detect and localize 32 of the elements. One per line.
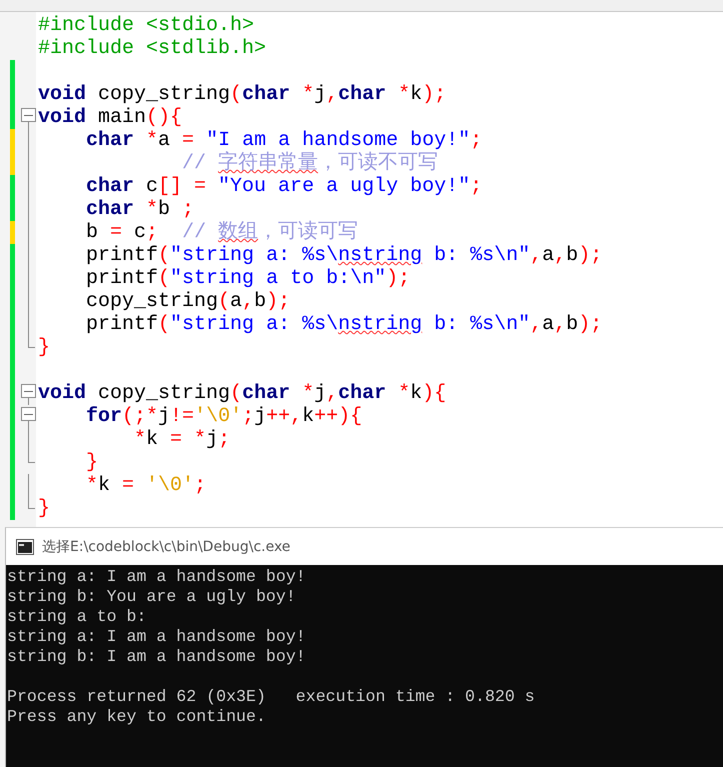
code-line: copy_string(a,b);: [85, 290, 290, 313]
console-status-line: Process returned 62 (0x3E) execution time : 0.820 s: [7, 687, 536, 707]
fold-toggle-icon[interactable]: [21, 108, 36, 122]
code-line: void copy_string(char *j,char *k);: [38, 83, 446, 106]
code-line: for(;*j!='\0';j++,k++){: [85, 405, 362, 428]
code-line: printf("string a to b:\n");: [85, 267, 410, 290]
code-line: void main(){: [38, 106, 182, 129]
code-line: char *a = "I am a handsome boy!";: [85, 129, 482, 152]
code-line: #include <stdlib.h>: [38, 37, 266, 60]
fold-toggle-icon[interactable]: [21, 384, 36, 398]
console-window-icon: [16, 538, 34, 554]
code-line: }: [38, 336, 50, 359]
console-output-line: string b: You are a ugly boy!: [7, 587, 297, 607]
console-output-line: string b: I am a handsome boy!: [7, 647, 307, 667]
code-line: b = c; // 数组，可读可写: [85, 221, 358, 244]
code-line: }: [38, 497, 50, 520]
code-line: *k = *j;: [133, 428, 230, 451]
code-line: printf("string a: %s\nstring b: %s\n",a,b);: [85, 244, 602, 267]
code-line: char c[] = "You are a ugly boy!";: [85, 175, 482, 198]
console-output-line: string a to b:: [7, 607, 148, 627]
code-line: #include <stdio.h>: [38, 14, 254, 37]
console-output-line: string a: I am a handsome boy!: [7, 627, 307, 647]
window-title: 选择E:\codeblock\c\bin\Debug\c.exe: [42, 538, 290, 556]
code-line: }: [85, 451, 98, 474]
code-line: printf("string a: %s\nstring b: %s\n",a,b);: [85, 313, 602, 336]
code-line: char *b ;: [85, 198, 194, 221]
console-status-line: Press any key to continue.: [7, 707, 267, 727]
console-output-line: string a: I am a handsome boy!: [7, 567, 307, 587]
fold-toggle-icon[interactable]: [21, 407, 36, 421]
code-line: // 字符串常量，可读不可写: [181, 152, 438, 175]
code-line: *k = '\0';: [85, 474, 206, 497]
code-line: void copy_string(char *j,char *k){: [38, 382, 446, 405]
